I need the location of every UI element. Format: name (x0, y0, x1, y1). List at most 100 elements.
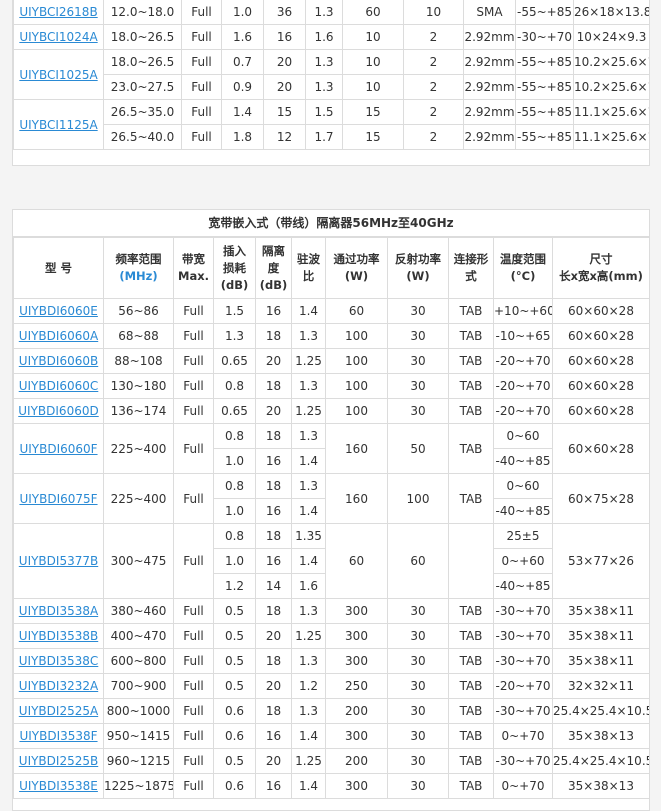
iso-cell: 18 (255, 323, 292, 349)
model-link[interactable]: UIYBDI6060E (13, 298, 104, 324)
il-cell: 0.6 (213, 723, 256, 749)
fwd-cell: 60 (325, 298, 388, 324)
rev-cell: 2 (403, 74, 464, 100)
isolator-table-panel-2: 宽带嵌入式（带线）隔离器56MHz至40GHz 型 号 频率范围 (MHz) 带宽… (12, 209, 650, 811)
temp-cell: -40~+85 (493, 448, 553, 474)
model-link[interactable]: UIYBDI2525A (13, 698, 104, 724)
model-link[interactable]: UIYBDI6075F (13, 473, 104, 524)
temp-cell: +10~+60 (493, 298, 553, 324)
header-insertion-loss: 插入 损耗 (dB) (213, 237, 256, 299)
model-link[interactable]: UIYBCI1024A (13, 24, 104, 50)
il-cell: 1.0 (213, 548, 256, 574)
temp-cell: -55~+85 (515, 74, 574, 100)
vswr-cell: 1.7 (305, 124, 343, 150)
model-link[interactable]: UIYBDI3538E (13, 773, 104, 799)
model-link[interactable]: UIYBDI3538F (13, 723, 104, 749)
model-link[interactable]: UIYBDI6060D (13, 398, 104, 424)
size-cell: 60×60×28 (552, 423, 649, 474)
iso-cell: 14 (255, 573, 292, 599)
temp-cell: -10~+65 (493, 323, 553, 349)
conn-cell: TAB (448, 698, 494, 724)
size-cell: 32×32×11 (552, 673, 649, 699)
model-link[interactable]: UIYBDI6060F (13, 423, 104, 474)
temp-cell: -40~+85 (493, 573, 553, 599)
size-cell: 35×38×11 (552, 623, 649, 649)
fwd-cell: 10 (342, 49, 404, 75)
il-cell: 0.7 (221, 49, 264, 75)
bw-cell: Full (173, 473, 214, 524)
vswr-cell: 1.4 (291, 498, 326, 524)
freq-cell: 68~88 (103, 323, 174, 349)
table-row: UIYBDI3232A 700~900 Full 0.5 20 1.2 250 … (13, 673, 649, 699)
temp-cell: -55~+85 (515, 124, 574, 150)
temp-cell: 0~+70 (493, 723, 553, 749)
rev-cell: 2 (403, 24, 464, 50)
model-link[interactable]: UIYBDI3538C (13, 648, 104, 674)
model-link[interactable]: UIYBCI1125A (13, 99, 104, 150)
il-cell: 0.5 (213, 673, 256, 699)
iso-cell: 15 (263, 99, 306, 125)
freq-cell: 1225~1875 (103, 773, 174, 799)
iso-cell: 20 (255, 398, 292, 424)
temp-cell: 0~+60 (493, 548, 553, 574)
isolator-table-panel-1: UIYBCI2618B 12.0~18.0 Full 1.0 36 1.3 60… (12, 0, 650, 166)
rev-cell: 30 (387, 323, 449, 349)
temp-cell: -30~+70 (515, 24, 574, 50)
il-cell: 1.8 (221, 124, 264, 150)
temp-cell: -55~+85 (515, 49, 574, 75)
rev-cell: 30 (387, 723, 449, 749)
header-forward-power: 通过功率 (W) (325, 237, 388, 299)
model-link[interactable]: UIYBDI6060A (13, 323, 104, 349)
header-bw-line1: 带宽 (182, 252, 205, 266)
il-cell: 0.5 (213, 623, 256, 649)
fwd-cell: 300 (325, 723, 388, 749)
model-link[interactable]: UIYBDI3538A (13, 598, 104, 624)
vswr-cell: 1.4 (291, 448, 326, 474)
vswr-cell: 1.5 (305, 99, 343, 125)
model-link[interactable]: UIYBCI1025A (13, 49, 104, 100)
il-cell: 1.5 (213, 298, 256, 324)
model-link[interactable]: UIYBDI6060B (13, 348, 104, 374)
conn-cell: TAB (448, 373, 494, 399)
rev-cell: 30 (387, 748, 449, 774)
bw-cell: Full (173, 323, 214, 349)
iso-cell: 16 (255, 498, 292, 524)
iso-cell: 16 (255, 448, 292, 474)
il-cell: 0.5 (213, 648, 256, 674)
temp-cell: -20~+70 (493, 348, 553, 374)
header-freq-line1: 频率范围 (115, 252, 162, 266)
rev-cell: 30 (387, 348, 449, 374)
il-cell: 0.8 (213, 523, 256, 549)
vswr-cell: 1.6 (291, 573, 326, 599)
header-model: 型 号 (13, 237, 104, 299)
freq-cell: 23.0~27.5 (103, 74, 182, 100)
temp-cell: -30~+70 (493, 748, 553, 774)
freq-cell: 26.5~35.0 (103, 99, 182, 125)
iso-cell: 18 (255, 523, 292, 549)
model-link[interactable]: UIYBDI2525B (13, 748, 104, 774)
header-model-text: 型 号 (44, 260, 72, 275)
model-link[interactable]: UIYBDI3538B (13, 623, 104, 649)
header-fwd-line1: 通过功率 (333, 252, 380, 266)
fwd-cell: 250 (325, 673, 388, 699)
size-cell: 53×77×26 (552, 523, 649, 599)
il-cell: 1.0 (213, 448, 256, 474)
size-cell: 35×38×13 (552, 723, 649, 749)
header-vswr: 驻波比 (291, 237, 326, 299)
rev-cell: 10 (403, 0, 464, 25)
size-cell: 25.4×25.4×10.5 (552, 748, 649, 774)
table-row: 26.5~40.0 Full 1.8 12 1.7 15 2 2.92mm -5… (14, 124, 649, 150)
bw-cell: Full (181, 49, 222, 75)
model-link[interactable]: UIYBCI2618B (13, 0, 104, 25)
table-row: UIYBDI2525A 800~1000 Full 0.6 18 1.3 200… (13, 698, 649, 724)
header-reverse-power: 反射功率 (W) (387, 237, 449, 299)
table-row: UIYBDI6060C 130~180 Full 0.8 18 1.3 100 … (13, 373, 649, 399)
model-link[interactable]: UIYBDI3232A (13, 673, 104, 699)
bw-cell: Full (173, 598, 214, 624)
bw-cell: Full (173, 748, 214, 774)
model-link[interactable]: UIYBDI6060C (13, 373, 104, 399)
model-link[interactable]: UIYBDI5377B (13, 523, 104, 599)
fwd-cell: 160 (325, 473, 388, 524)
fwd-cell: 10 (342, 74, 404, 100)
vswr-cell: 1.3 (291, 698, 326, 724)
